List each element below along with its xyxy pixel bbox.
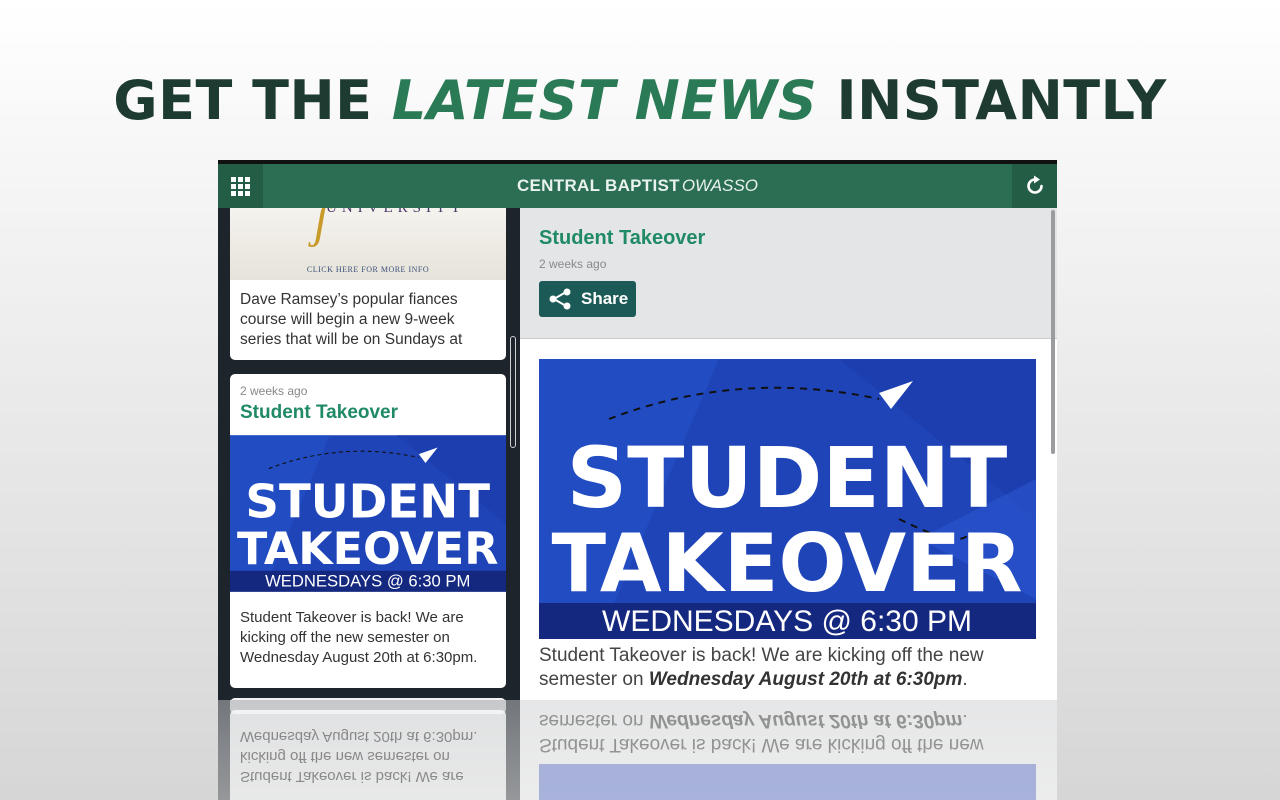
screen-reflection: Student Takeover is back! We are kicking… bbox=[218, 700, 1057, 800]
graphic-line-3: WEDNESDAYS @ 6:30 PM bbox=[602, 605, 972, 638]
share-icon bbox=[549, 288, 571, 310]
article-header: Student Takeover 2 weeks ago Share bbox=[520, 208, 1057, 339]
article-time: 2 weeks ago bbox=[539, 257, 607, 271]
reflection-article-text: Student Takeover is back! We are kicking… bbox=[539, 710, 984, 755]
reflection-feed-card: Student Takeover is back! We are kicking… bbox=[230, 700, 506, 800]
article-body-end: . bbox=[962, 669, 968, 690]
share-button[interactable]: Share bbox=[539, 281, 636, 317]
tablet-screen: CENTRAL BAPTIST OWASSO ʃ UNIVERSITY CLICK… bbox=[218, 160, 1057, 700]
news-feed: ʃ UNIVERSITY CLICK HERE FOR MORE INFO Da… bbox=[218, 208, 518, 700]
reflection-article: Student Takeover is back! We are kicking… bbox=[520, 700, 1057, 800]
feed-card-time: 2 weeks ago bbox=[240, 384, 308, 398]
app-header: CENTRAL BAPTIST OWASSO bbox=[218, 164, 1057, 208]
menu-button[interactable] bbox=[218, 164, 263, 208]
refresh-icon bbox=[1026, 175, 1043, 194]
student-takeover-image: STUDENT TAKEOVER WEDNESDAYS @ 6:30 PM bbox=[539, 359, 1036, 641]
refresh-button[interactable] bbox=[1012, 164, 1057, 208]
brand-bold: CENTRAL BAPTIST bbox=[516, 176, 680, 195]
graphic-line-2: TAKEOVER bbox=[237, 524, 498, 575]
feed-card-title: Student Takeover bbox=[240, 402, 399, 423]
page-headline: GET THE LATEST NEWS INSTANTLY bbox=[0, 68, 1280, 134]
brand-italic: OWASSO bbox=[681, 176, 759, 195]
feed-card-student-takeover[interactable]: 2 weeks ago Student Takeover STUDENT TAK… bbox=[230, 374, 506, 688]
share-label: Share bbox=[581, 289, 629, 308]
article-scrollbar[interactable] bbox=[1051, 210, 1055, 454]
article-detail: Student Takeover 2 weeks ago Share STUDE… bbox=[520, 208, 1057, 700]
graphic-line-1: STUDENT bbox=[245, 474, 490, 528]
reflection-feed-text: Student Takeover is back! We are kicking… bbox=[240, 728, 478, 785]
feed-scrollbar[interactable] bbox=[510, 336, 516, 448]
app-brand: CENTRAL BAPTIST OWASSO bbox=[218, 164, 1057, 208]
article-body-date: Wednesday August 20th at 6:30pm bbox=[648, 669, 963, 690]
student-takeover-thumbnail: STUDENT TAKEOVER WEDNESDAYS @ 6:30 PM bbox=[230, 428, 506, 598]
headline-part1: GET THE bbox=[113, 69, 392, 132]
headline-accent: LATEST NEWS bbox=[391, 69, 818, 132]
headline-part2: INSTANTLY bbox=[817, 69, 1167, 132]
feed-card-financial[interactable]: ʃ UNIVERSITY CLICK HERE FOR MORE INFO Da… bbox=[230, 208, 506, 360]
article-body: Student Takeover is back! We are kicking… bbox=[539, 644, 1029, 692]
article-title: Student Takeover bbox=[539, 227, 706, 249]
more-info-caption: CLICK HERE FOR MORE INFO bbox=[306, 265, 430, 274]
graphic-line-1: STUDENT bbox=[567, 429, 1008, 527]
university-word: UNIVERSITY bbox=[326, 208, 466, 216]
university-banner-image: ʃ UNIVERSITY CLICK HERE FOR MORE INFO bbox=[230, 208, 506, 280]
reflection-image bbox=[539, 764, 1036, 800]
feed-card-excerpt: Dave Ramsey’s popular fiances course wil… bbox=[240, 291, 463, 348]
grid-icon bbox=[231, 176, 250, 196]
feed-card-excerpt: Student Takeover is back! We are kicking… bbox=[240, 609, 478, 666]
graphic-line-3: WEDNESDAYS @ 6:30 PM bbox=[265, 571, 470, 590]
